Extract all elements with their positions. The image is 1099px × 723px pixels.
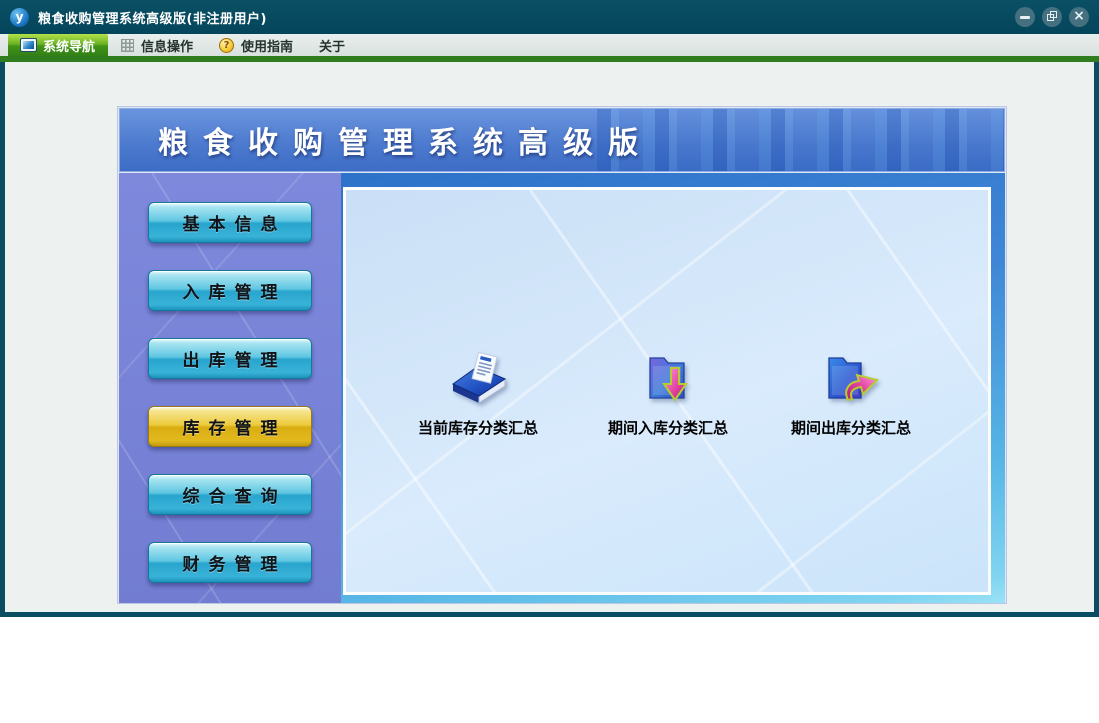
sidebar-button-query[interactable]: 综合查询 xyxy=(148,474,312,515)
desktop-background xyxy=(0,617,1099,723)
sidebar-button-inventory-mgmt[interactable]: 库存管理 xyxy=(148,406,312,447)
grid-icon xyxy=(121,38,135,52)
tab-label: 使用指南 xyxy=(241,39,294,55)
window-controls: × xyxy=(1015,7,1089,27)
sidebar-button-outbound-mgmt[interactable]: 出库管理 xyxy=(148,338,312,379)
shortcut-label: 当前库存分类汇总 xyxy=(417,419,538,437)
tab-about[interactable]: 关于 xyxy=(306,34,358,56)
shortcut-period-outbound-summary[interactable]: 期间出库分类汇总 xyxy=(763,346,939,438)
restore-button[interactable] xyxy=(1042,7,1062,27)
banner: 粮食收购管理系统高级版 xyxy=(119,108,1005,172)
content-wrap: 当前库存分类汇总 期间入库分类汇总 期间出库分类汇总 xyxy=(341,173,1005,603)
sidebar-button-inbound-mgmt[interactable]: 入库管理 xyxy=(148,270,312,311)
folder-arrow-down-icon xyxy=(640,346,696,408)
panel-body: 基本信息 入库管理 出库管理 库存管理 综合查询 财务管理 当前库存分类汇总 期… xyxy=(119,173,1005,603)
window-title: 粮食收购管理系统高级版(非注册用户) xyxy=(38,11,267,27)
monitor-icon xyxy=(20,38,37,52)
main-panel: 粮食收购管理系统高级版 基本信息 入库管理 出库管理 库存管理 综合查询 财务管… xyxy=(117,106,1007,604)
shortcut-label: 期间入库分类汇总 xyxy=(607,419,728,437)
content-area: 粮食收购管理系统高级版 基本信息 入库管理 出库管理 库存管理 综合查询 财务管… xyxy=(5,62,1094,606)
folder-arrow-out-icon xyxy=(821,346,881,408)
blue-book-icon xyxy=(445,346,511,408)
screenshot-root: y 粮食收购管理系统高级版(非注册用户) × 系统导航 信息操作 ? 使用指南 xyxy=(0,0,1099,723)
tab-label: 系统导航 xyxy=(43,39,96,55)
shortcut-current-inventory-summary[interactable]: 当前库存分类汇总 xyxy=(390,346,566,438)
tab-info-operations[interactable]: 信息操作 xyxy=(108,34,206,56)
close-button[interactable]: × xyxy=(1069,7,1089,27)
sidebar-button-finance-mgmt[interactable]: 财务管理 xyxy=(148,542,312,583)
tab-user-guide[interactable]: ? 使用指南 xyxy=(206,34,306,56)
banner-glass-texture xyxy=(597,109,1004,171)
sidebar: 基本信息 入库管理 出库管理 库存管理 综合查询 财务管理 xyxy=(119,173,341,603)
app-logo-icon: y xyxy=(10,7,29,27)
title-bar: y 粮食收购管理系统高级版(非注册用户) × xyxy=(0,0,1099,34)
help-coin-icon: ? xyxy=(219,37,235,53)
menu-bar: 系统导航 信息操作 ? 使用指南 关于 xyxy=(0,34,1099,62)
inner-panel: 当前库存分类汇总 期间入库分类汇总 期间出库分类汇总 xyxy=(343,187,991,595)
tab-label: 关于 xyxy=(319,39,346,55)
tab-label: 信息操作 xyxy=(141,39,194,55)
sidebar-button-basic-info[interactable]: 基本信息 xyxy=(148,202,312,243)
shortcut-label: 期间出库分类汇总 xyxy=(790,419,911,437)
app-window: y 粮食收购管理系统高级版(非注册用户) × 系统导航 信息操作 ? 使用指南 xyxy=(0,0,1099,617)
minimize-button[interactable] xyxy=(1015,7,1035,27)
shortcut-period-inbound-summary[interactable]: 期间入库分类汇总 xyxy=(580,346,756,438)
banner-title: 粮食收购管理系统高级版 xyxy=(158,126,653,161)
tab-system-navigation[interactable]: 系统导航 xyxy=(8,34,109,56)
